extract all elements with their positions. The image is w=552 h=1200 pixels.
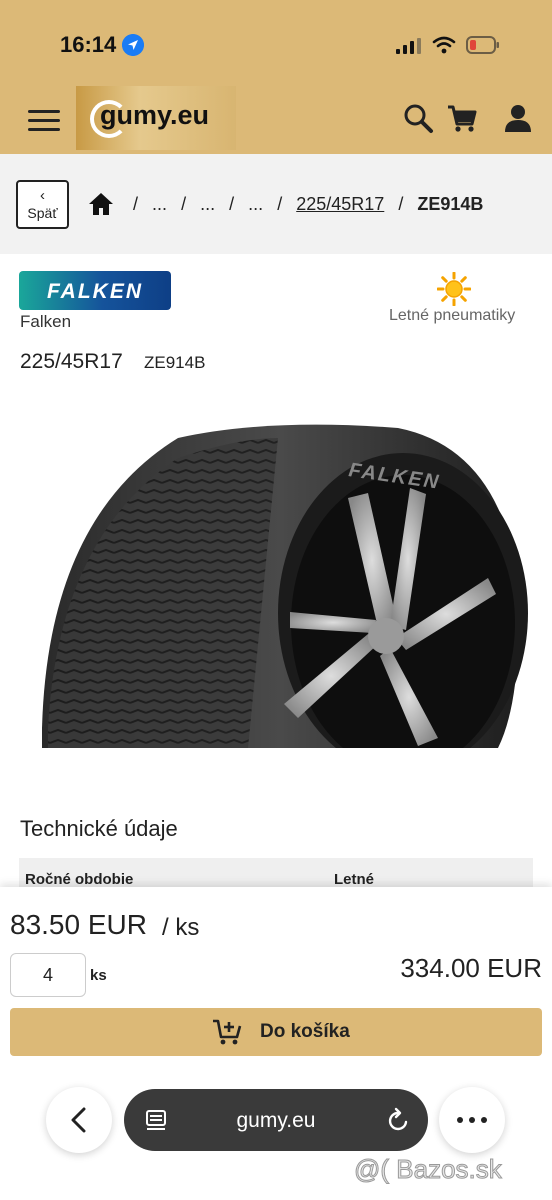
site-logo[interactable]: gumy.eu <box>76 86 236 150</box>
spec-value: Letné <box>334 871 375 888</box>
breadcrumb-separator: / <box>277 194 283 214</box>
chevron-left-icon: ‹ <box>40 187 45 204</box>
breadcrumb-separator: / <box>133 194 139 214</box>
reload-icon[interactable] <box>386 1107 410 1133</box>
back-arrow-icon <box>71 1107 86 1133</box>
quantity-unit: ks <box>90 967 107 984</box>
cart-icon[interactable] <box>446 102 478 134</box>
add-to-cart-label: Do košíka <box>260 1021 350 1042</box>
spec-key: Ročné obdobie <box>25 871 134 888</box>
brand-logo: FALKEN <box>19 271 171 310</box>
user-icon[interactable] <box>502 102 534 134</box>
tire-image: FALKEN <box>18 398 534 748</box>
season-label: Letné pneumatiky <box>389 307 516 324</box>
sun-icon <box>437 272 471 306</box>
tech-data-title: Technické údaje <box>20 816 178 841</box>
breadcrumb-item[interactable]: ... <box>200 194 215 214</box>
breadcrumb-current: ZE914B <box>417 194 484 214</box>
location-icon <box>122 34 144 56</box>
breadcrumb-item[interactable]: ... <box>152 194 167 214</box>
more-button[interactable] <box>439 1087 505 1153</box>
brand-logo-text: FALKEN <box>47 280 143 303</box>
breadcrumb-item-size[interactable]: 225/45R17 <box>296 194 384 214</box>
more-icon <box>457 1117 487 1123</box>
back-label: Späť <box>27 205 58 221</box>
browser-back-button[interactable] <box>46 1087 112 1153</box>
battery-icon <box>466 36 499 54</box>
quantity-input[interactable]: 4 <box>10 953 86 997</box>
back-button[interactable]: ‹ Späť <box>16 180 69 229</box>
unit-price: 83.50 EUR <box>10 909 147 940</box>
tire-size: 225/45R17 <box>20 350 123 373</box>
tire-model: ZE914B <box>144 353 206 372</box>
search-icon[interactable] <box>402 102 434 134</box>
address-bar[interactable]: gumy.eu <box>124 1089 428 1151</box>
price-unit: / ks <box>162 914 200 941</box>
breadcrumb-separator: / <box>398 194 404 214</box>
url-text: gumy.eu <box>236 1109 316 1132</box>
watermark: @( Bazos.sk <box>354 1154 503 1185</box>
logo-text: gumy.eu <box>100 100 210 130</box>
add-to-cart-icon <box>213 1019 242 1045</box>
breadcrumb: ‹ Späť / ... / ... / ... / 225/45R17 / Z… <box>0 154 552 254</box>
add-to-cart-button[interactable]: Do košíka <box>10 1008 542 1056</box>
brand-name: Falken <box>20 312 72 331</box>
wifi-icon <box>432 36 456 54</box>
signal-icon <box>396 38 421 54</box>
menu-icon[interactable] <box>28 108 62 132</box>
breadcrumb-separator: / <box>229 194 235 214</box>
status-time: 16:14 <box>60 32 117 57</box>
breadcrumb-item[interactable]: ... <box>248 194 263 214</box>
breadcrumb-separator: / <box>181 194 187 214</box>
home-icon[interactable] <box>88 192 114 216</box>
status-bar: 16:14 <box>0 0 552 84</box>
total-price: 334.00 EUR <box>400 953 542 983</box>
site-header: gumy.eu <box>0 84 552 154</box>
